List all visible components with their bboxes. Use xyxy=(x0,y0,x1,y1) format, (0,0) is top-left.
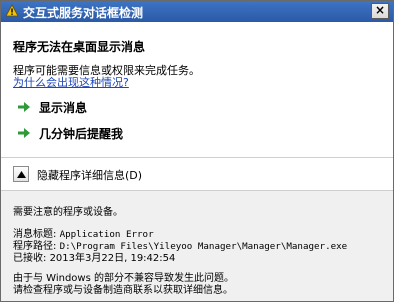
details-note-2: 请检查程序或与设备制造商联系以获取详细信息。 xyxy=(13,285,233,296)
details-panel: 需要注意的程序或设备。 消息标题: Application Error 程序路径… xyxy=(1,191,393,301)
main-panel: 程序无法在桌面显示消息 程序可能需要信息或权限来完成任务。 为什么会出现这种情况… xyxy=(1,22,393,185)
warning-shield-icon xyxy=(5,4,19,17)
up-triangle-icon xyxy=(17,171,26,178)
green-arrow-icon xyxy=(18,128,30,138)
title-bar[interactable]: 交互式服务对话框检测 × xyxy=(1,1,393,22)
show-message-label: 显示消息 xyxy=(39,101,88,115)
green-arrow-icon xyxy=(18,102,30,112)
received-label: 已接收: xyxy=(13,253,47,264)
hide-details-label: 隐藏程序详细信息(D) xyxy=(37,169,143,182)
close-button[interactable]: × xyxy=(371,3,389,19)
why-link[interactable]: 为什么会出现这种情况? xyxy=(13,74,129,90)
divider xyxy=(1,157,393,158)
received-value: 2013年3月22日, 19:42:54 xyxy=(49,253,176,264)
details-notice: 需要注意的程序或设备。 xyxy=(13,207,123,218)
received-row: 已接收: 2013年3月22日, 19:42:54 xyxy=(13,249,175,264)
toggle-button[interactable] xyxy=(13,166,29,182)
window-title: 交互式服务对话框检测 xyxy=(23,6,144,20)
dialog-window: 交互式服务对话框检测 × 程序无法在桌面显示消息 程序可能需要信息或权限来完成任… xyxy=(0,0,394,302)
remind-later-label: 几分钟后提醒我 xyxy=(39,127,124,141)
dialog-heading: 程序无法在桌面显示消息 xyxy=(13,40,146,54)
